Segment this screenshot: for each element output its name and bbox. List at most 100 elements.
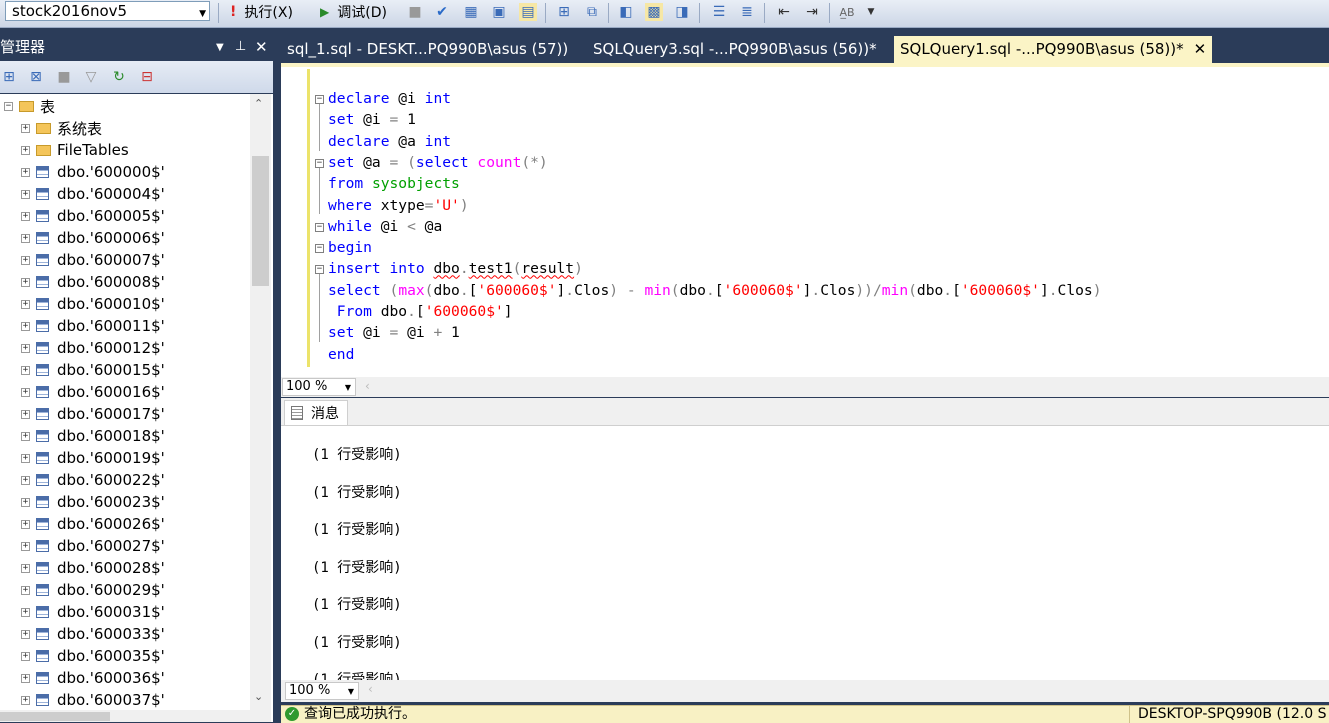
refresh-icon[interactable]: ↻ [110,68,128,86]
filter-icon[interactable]: ▽ [82,68,100,86]
tree-table-node[interactable]: + dbo.'600007$' [21,249,165,271]
expand-node-icon[interactable]: + [21,673,30,683]
expand-node-icon[interactable]: + [21,387,30,397]
query-designer-icon[interactable]: ▣ [490,3,508,21]
expand-node-icon[interactable]: + [21,563,30,573]
expand-node-icon[interactable]: + [21,651,30,661]
expand-node-icon[interactable]: + [21,585,30,595]
pin-icon[interactable]: ⊥ [235,35,246,59]
scroll-down-icon[interactable]: ⌄ [254,690,263,703]
client-stats-icon[interactable]: ⧉ [583,3,601,21]
tree-table-node[interactable]: + dbo.'600018$' [21,425,165,447]
editor-zoom-select[interactable]: 100 % ▼ [282,378,356,396]
database-selector[interactable]: stock2016nov5 ▼ [5,1,210,21]
decrease-indent-icon[interactable]: ⇤ [775,3,793,21]
collapse-all-icon[interactable]: ⊟ [138,68,156,86]
tree-table-node[interactable]: + dbo.'600036$' [21,667,165,689]
object-explorer-vertical-scrollbar[interactable]: ⌃ ⌄ [250,94,271,710]
tree-table-node[interactable]: + dbo.'600006$' [21,227,165,249]
tree-table-node[interactable]: + dbo.'600019$' [21,447,165,469]
collapse-region-icon[interactable]: − [315,222,324,232]
tree-table-node[interactable]: + dbo.'600005$' [21,205,165,227]
tree-table-node[interactable]: + dbo.'600000$' [21,161,165,183]
tree-table-node[interactable]: + dbo.'600017$' [21,403,165,425]
code-line[interactable]: from sysobjects [328,175,460,196]
tab-sqlquery1[interactable]: SQLQuery1.sql -...PQ990B\asus (58))* ✕ [894,36,1213,63]
messages-pane[interactable]: (1 行受影响) (1 行受影响) (1 行受影响) (1 行受影响) (1 行受影响)… [281,426,1329,680]
tree-table-node[interactable]: + dbo.'600026$' [21,513,165,535]
tree-table-node[interactable]: + dbo.'600035$' [21,645,165,667]
stop-icon[interactable]: ■ [406,3,424,21]
tree-table-node[interactable]: + dbo.'600015$' [21,359,165,381]
include-plan-icon[interactable]: ⊞ [555,3,573,21]
toolbar-overflow-icon[interactable]: ▼ [862,3,880,21]
tree-table-node[interactable]: + dbo.'600027$' [21,535,165,557]
query-editor[interactable]: declare @i int − set @i = 1 declare @a int s… [281,63,1329,377]
collapse-node-icon[interactable]: − [4,101,13,111]
scroll-left-icon[interactable]: ‹ [365,379,370,393]
expand-node-icon[interactable]: + [21,299,30,309]
code-line[interactable]: set @i = 1 [328,111,416,132]
tree-folder-node[interactable]: + 系统表 [21,117,102,139]
execute-button[interactable]: ! 执行(X) [230,2,293,22]
results-to-file-icon[interactable]: ◨ [673,3,691,21]
close-icon[interactable]: ✕ [255,35,268,59]
tree-table-node[interactable]: + dbo.'600012$' [21,337,165,359]
tree-table-node[interactable]: + dbo.'600023$' [21,491,165,513]
expand-node-icon[interactable]: + [21,629,30,639]
stop-icon[interactable]: ■ [55,68,73,86]
scroll-left-icon[interactable]: ‹ [368,682,373,696]
expand-node-icon[interactable]: + [21,453,30,463]
results-text-icon[interactable]: ◧ [617,3,635,21]
code-line[interactable]: insert into dbo.test1(result) [328,260,583,281]
expand-node-icon[interactable]: + [21,541,30,551]
specify-values-icon[interactable]: A̲B [838,3,856,21]
expand-node-icon[interactable]: + [21,145,30,155]
expand-node-icon[interactable]: + [21,695,30,705]
tree-table-node[interactable]: + dbo.'600016$' [21,381,165,403]
collapse-region-icon[interactable]: − [315,95,324,104]
tree-table-node[interactable]: + dbo.'600010$' [21,293,165,315]
code-line[interactable]: while @i < @a [328,218,442,239]
code-line[interactable]: begin [328,239,372,260]
tree-table-node[interactable]: + dbo.'600037$' [21,689,165,711]
code-line[interactable]: select (max(dbo.['600060$'].Clos) - min(… [328,282,1101,303]
results-grid-icon[interactable]: ▤ [519,3,537,21]
tab-sqlquery3[interactable]: SQLQuery3.sql -...PQ990B\asus (56))* [593,37,877,61]
expand-node-icon[interactable]: + [21,233,30,243]
collapse-region-icon[interactable]: − [315,265,324,275]
scrollbar-thumb[interactable] [252,156,269,286]
code-line[interactable]: set @i = @i + 1 [328,324,460,345]
expand-node-icon[interactable]: + [21,409,30,419]
expand-node-icon[interactable]: + [21,607,30,617]
code-line[interactable]: From dbo.['600060$'] [328,303,513,324]
tree-table-node[interactable]: + dbo.'600033$' [21,623,165,645]
debug-button[interactable]: ▶ 调试(D) [320,2,387,22]
expand-node-icon[interactable]: + [21,497,30,507]
chevron-down-icon[interactable]: ▼ [348,684,354,700]
code-line[interactable]: declare @i int [328,90,451,111]
expand-node-icon[interactable]: + [21,365,30,375]
results-zoom-select[interactable]: 100 % ▼ [285,682,359,700]
expand-node-icon[interactable]: + [21,189,30,199]
chevron-down-icon[interactable]: ▼ [216,36,224,60]
expand-node-icon[interactable]: + [21,475,30,485]
collapse-region-icon[interactable]: − [315,158,324,168]
code-line[interactable]: where xtype='U') [328,197,469,218]
tab-messages[interactable]: 消息 [284,400,348,425]
expand-node-icon[interactable]: + [21,255,30,265]
chevron-down-icon[interactable]: ▼ [345,380,351,396]
close-tab-icon[interactable]: ✕ [1194,40,1207,58]
tree-folder-node[interactable]: + FileTables [21,139,129,161]
code-line[interactable]: end [328,346,354,367]
expand-node-icon[interactable]: + [21,343,30,353]
comment-icon[interactable]: ☰ [710,3,728,21]
tab-sql-1[interactable]: sql_1.sql - DESKT...PQ990B\asus (57)) [287,37,568,61]
tree-table-node[interactable]: + dbo.'600028$' [21,557,165,579]
increase-indent-icon[interactable]: ⇥ [803,3,821,21]
scroll-up-icon[interactable]: ⌃ [254,97,263,110]
tree-folder-node[interactable]: − 表 [4,95,55,117]
tree-table-node[interactable]: + dbo.'600008$' [21,271,165,293]
tree-table-node[interactable]: + dbo.'600011$' [21,315,165,337]
expand-node-icon[interactable]: + [21,123,30,133]
